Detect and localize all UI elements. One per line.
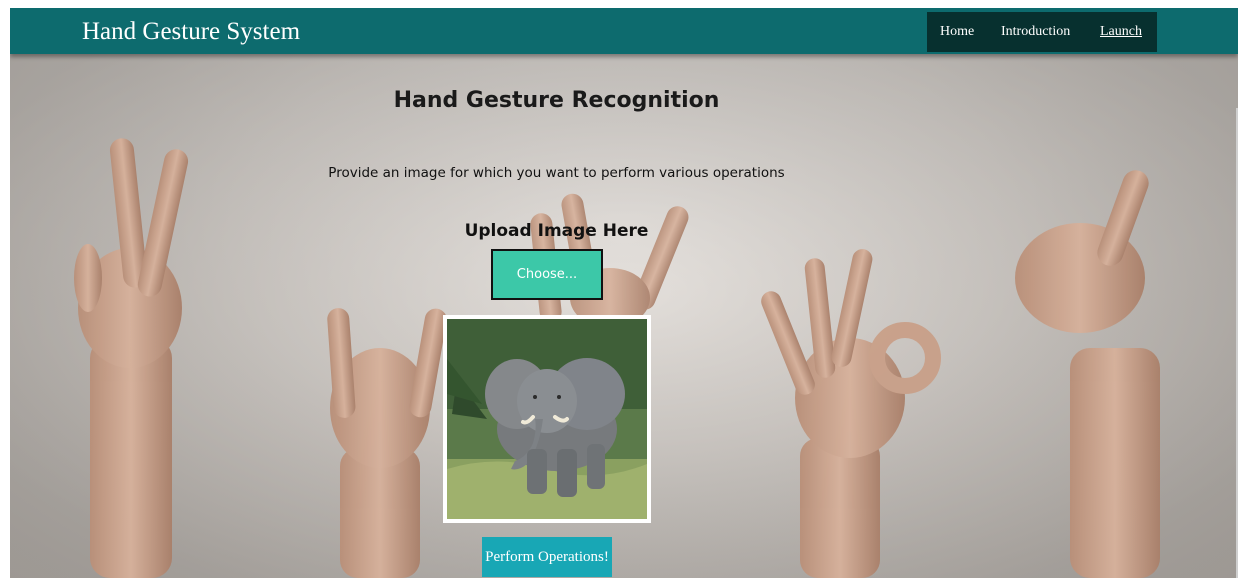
nav-link-launch[interactable]: Launch <box>1100 24 1142 40</box>
nav-link-introduction[interactable]: Introduction <box>1001 24 1070 40</box>
perform-operations-button[interactable]: Perform Operations! <box>482 537 612 577</box>
nav-links: Home Introduction Launch <box>927 12 1157 52</box>
upload-image-label: Upload Image Here <box>464 221 649 241</box>
page-subtitle: Provide an image for which you want to p… <box>328 165 785 181</box>
page-title: Hand Gesture Recognition <box>393 88 720 113</box>
choose-file-button[interactable]: Choose... <box>491 249 603 300</box>
nav-link-home[interactable]: Home <box>940 24 974 40</box>
top-navbar: Hand Gesture System Home Introduction La… <box>10 8 1238 54</box>
page: Hand Gesture System Home Introduction La… <box>10 8 1238 578</box>
scrollbar[interactable] <box>1236 108 1238 578</box>
elephant-image <box>447 319 647 519</box>
brand-title[interactable]: Hand Gesture System <box>82 18 300 46</box>
uploaded-image-preview <box>443 315 651 523</box>
